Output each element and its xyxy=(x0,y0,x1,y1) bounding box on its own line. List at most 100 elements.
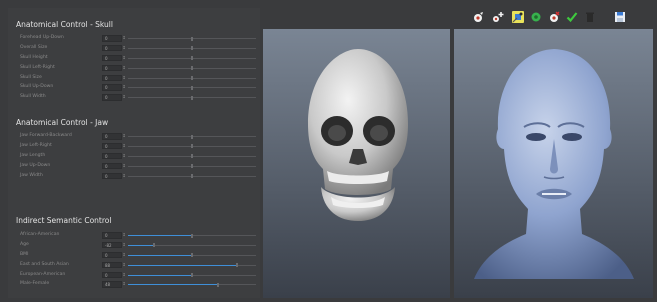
slider-knob[interactable] xyxy=(191,36,193,41)
select-icon[interactable] xyxy=(472,11,484,23)
slider-knob[interactable] xyxy=(191,273,193,278)
slider-track[interactable] xyxy=(128,85,256,90)
slider-fill xyxy=(128,284,218,286)
move-icon[interactable] xyxy=(512,11,524,23)
slider-knob[interactable] xyxy=(191,164,193,169)
slider-track[interactable] xyxy=(128,253,256,258)
slider-value-field[interactable]: 0 xyxy=(102,142,122,150)
slider-knob[interactable] xyxy=(191,134,193,139)
slider-knob[interactable] xyxy=(216,282,219,287)
slider-value-field[interactable]: 0 xyxy=(102,54,122,62)
slider-knob[interactable] xyxy=(191,46,193,51)
semantic-slider-group: African-American 0 ↕ Age -82 ↕ BMI 0 ↕ East and S… xyxy=(8,231,260,290)
stepper-icon[interactable]: ↕ xyxy=(121,262,127,269)
slider-value-field[interactable]: 0 xyxy=(102,84,122,91)
slider-track[interactable] xyxy=(128,46,256,51)
slider-track[interactable] xyxy=(128,174,256,179)
slider-value-field[interactable]: 0 xyxy=(102,94,122,101)
stepper-icon[interactable]: ↕ xyxy=(121,45,127,52)
stepper-icon[interactable]: ↕ xyxy=(121,35,127,42)
stepper-icon[interactable]: ↕ xyxy=(121,163,127,170)
slider-track[interactable] xyxy=(128,282,256,287)
slider-value-field[interactable]: 48 xyxy=(102,281,122,288)
stepper-icon[interactable]: ↕ xyxy=(121,133,127,140)
slider-row: Jaw Up-Down 0 ↕ xyxy=(8,162,260,172)
slider-knob[interactable] xyxy=(191,66,193,71)
add-landmark-icon[interactable] xyxy=(492,11,504,23)
confirm-icon[interactable] xyxy=(566,11,578,23)
slider-track[interactable] xyxy=(128,233,256,238)
stepper-icon[interactable]: ↕ xyxy=(121,94,127,101)
settings-icon[interactable] xyxy=(530,11,542,23)
slider-track[interactable] xyxy=(128,95,256,100)
jaw-slider-group: Jaw Forward-Backward 0 ↕ Jaw Left-Right 0 ↕ Ja… xyxy=(8,132,260,181)
slider-value-field[interactable]: 0 xyxy=(102,251,122,259)
slider-track[interactable] xyxy=(128,263,256,268)
stepper-icon[interactable]: ↕ xyxy=(121,232,127,239)
slider-row: Skull Left-Right 0 ↕ xyxy=(8,64,260,74)
slider-knob[interactable] xyxy=(191,174,193,179)
slider-value-field[interactable]: 0 xyxy=(102,152,122,160)
slider-value-field[interactable]: 88 xyxy=(102,261,122,269)
slider-label: Jaw Up-Down xyxy=(20,162,51,168)
slider-row: Skull Size 0 ↕ xyxy=(8,74,260,84)
slider-track[interactable] xyxy=(128,273,256,278)
slider-knob[interactable] xyxy=(191,76,193,81)
slider-track[interactable] xyxy=(128,164,256,169)
slider-label: Male-Female xyxy=(20,281,50,287)
slider-knob[interactable] xyxy=(191,56,193,61)
slider-track[interactable] xyxy=(128,243,256,248)
stepper-icon[interactable]: ↕ xyxy=(121,143,127,150)
slider-knob[interactable] xyxy=(235,263,238,268)
slider-value-field[interactable]: 0 xyxy=(102,64,122,72)
slider-value-field[interactable]: 0 xyxy=(102,271,122,279)
face-viewport[interactable] xyxy=(454,29,653,298)
stepper-icon[interactable]: ↕ xyxy=(121,173,127,180)
slider-track[interactable] xyxy=(128,154,256,159)
slider-fill xyxy=(128,244,154,246)
stepper-icon[interactable]: ↕ xyxy=(121,75,127,82)
save-icon[interactable] xyxy=(614,11,626,23)
slider-value-field[interactable]: 0 xyxy=(102,232,122,239)
slider-knob[interactable] xyxy=(191,154,193,159)
slider-value-field[interactable]: 0 xyxy=(102,44,122,52)
slider-value-field[interactable]: 0 xyxy=(102,35,122,42)
slider-knob[interactable] xyxy=(191,95,193,100)
slider-track[interactable] xyxy=(128,76,256,81)
slider-row: Male-Female 48 ↕ xyxy=(8,280,260,290)
slider-knob[interactable] xyxy=(191,253,193,258)
control-panel: Anatomical Control - Skull Forehead Up-D… xyxy=(8,8,260,298)
slider-track[interactable] xyxy=(128,56,256,61)
slider-knob[interactable] xyxy=(191,85,193,90)
slider-track[interactable] xyxy=(128,36,256,41)
stepper-icon[interactable]: ↕ xyxy=(121,153,127,160)
slider-label: European-American xyxy=(20,271,66,277)
slider-row: Jaw Width 0 ↕ xyxy=(8,172,260,182)
stepper-icon[interactable]: ↕ xyxy=(121,281,127,288)
slider-track[interactable] xyxy=(128,134,256,139)
stepper-icon[interactable]: ↕ xyxy=(121,65,127,72)
stepper-icon[interactable]: ↕ xyxy=(121,242,127,249)
slider-knob[interactable] xyxy=(152,243,155,248)
slider-value-field[interactable]: -82 xyxy=(102,241,122,249)
slider-track[interactable] xyxy=(128,144,256,149)
slider-value-field[interactable]: 0 xyxy=(102,162,122,170)
jaw-section-title: Anatomical Control - Jaw xyxy=(16,118,109,127)
slider-value-field[interactable]: 0 xyxy=(102,133,122,140)
remove-landmark-icon[interactable] xyxy=(548,11,560,23)
stepper-icon[interactable]: ↕ xyxy=(121,252,127,259)
stepper-icon[interactable]: ↕ xyxy=(121,84,127,91)
slider-row: Jaw Forward-Backward 0 ↕ xyxy=(8,132,260,142)
skull-viewport[interactable] xyxy=(263,29,450,298)
stepper-icon[interactable]: ↕ xyxy=(121,55,127,62)
slider-value-field[interactable]: 0 xyxy=(102,172,122,180)
skull-section-title: Anatomical Control - Skull xyxy=(16,20,113,29)
slider-knob[interactable] xyxy=(191,233,193,238)
slider-value-field[interactable]: 0 xyxy=(102,74,122,82)
slider-knob[interactable] xyxy=(191,144,193,149)
slider-row: Overall Size 0 ↕ xyxy=(8,44,260,54)
stepper-icon[interactable]: ↕ xyxy=(121,272,127,279)
slider-track[interactable] xyxy=(128,66,256,71)
trash-icon[interactable] xyxy=(584,11,596,23)
slider-row: East and South Asian 88 ↕ xyxy=(8,261,260,271)
